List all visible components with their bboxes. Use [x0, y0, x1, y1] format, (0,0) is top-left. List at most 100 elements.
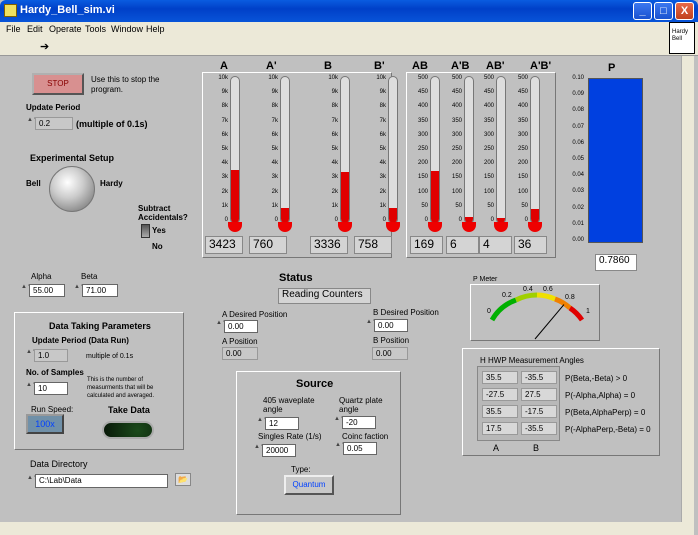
- hwp-a-value[interactable]: 17.5: [482, 422, 518, 435]
- data-dir-input[interactable]: C:\Lab\Data: [35, 474, 168, 488]
- waveplate-input[interactable]: 12: [265, 417, 299, 430]
- tick-label: 6k: [271, 131, 278, 138]
- singles-spin[interactable]: ▲▼: [254, 444, 266, 457]
- thermometer-tube: [430, 76, 440, 224]
- samples-input[interactable]: 10: [34, 382, 68, 395]
- a-desired-input[interactable]: 0.00: [224, 320, 258, 333]
- tick-label: 8k: [379, 103, 386, 110]
- hwp-b-value[interactable]: -35.5: [521, 422, 557, 435]
- hwp-equation: P(-AlphaPerp,-Beta) = 0: [565, 425, 651, 434]
- hwp-a-value[interactable]: 35.5: [482, 405, 518, 418]
- quartz-spin[interactable]: ▲▼: [334, 416, 346, 429]
- p-bar-tick: 0.08: [572, 107, 584, 114]
- source-type-button[interactable]: Quantum: [284, 475, 334, 495]
- status-display: Reading Counters: [278, 288, 371, 304]
- b-desired-input[interactable]: 0.00: [374, 319, 408, 332]
- alpha-spin[interactable]: ▲▼: [21, 284, 33, 297]
- tick-label: 10k: [218, 75, 228, 81]
- hwp-b-value[interactable]: -35.5: [521, 371, 557, 384]
- quartz-input[interactable]: -20: [342, 416, 376, 429]
- tick-label: 400: [417, 103, 428, 110]
- menu-operate[interactable]: Operate: [49, 24, 82, 34]
- tick-label: 5k: [331, 146, 338, 152]
- beta-spin[interactable]: ▲▼: [74, 284, 86, 297]
- update-period-input[interactable]: 0.2: [35, 117, 73, 130]
- tick-label: 0: [458, 217, 462, 223]
- meter-label-2-thermo_group2: AB': [486, 60, 505, 72]
- coinc-spin[interactable]: ▲▼: [335, 442, 347, 455]
- close-button[interactable]: X: [675, 2, 694, 20]
- subtract-toggle[interactable]: [141, 224, 150, 238]
- menu-file[interactable]: File: [6, 24, 21, 34]
- menu-window[interactable]: Window: [111, 24, 143, 34]
- p-bar-tick: 0.04: [572, 172, 584, 179]
- run-arrow-icon[interactable]: ➔: [40, 40, 49, 53]
- tick-label: 200: [451, 160, 462, 167]
- thermometer-tube: [230, 76, 240, 224]
- data-dir-spin[interactable]: ▲▼: [27, 475, 39, 488]
- minimize-button[interactable]: _: [633, 2, 652, 20]
- meter-display: 169: [410, 236, 443, 254]
- maximize-button[interactable]: □: [654, 2, 673, 20]
- meter-display: 6: [446, 236, 479, 254]
- waveplate-label: 405 waveplate: [263, 396, 315, 405]
- b-pos-display: 0.00: [372, 347, 408, 360]
- tick-label: 300: [451, 131, 462, 138]
- p-bar-tick: 0.06: [572, 139, 584, 146]
- tick-label: 50: [455, 202, 462, 209]
- hwp-equation: P(Beta,-Beta) > 0: [565, 374, 628, 383]
- menu-help[interactable]: Help: [146, 24, 165, 34]
- hwp-a-value[interactable]: 35.5: [482, 371, 518, 384]
- window-title: Hardy_Bell_sim.vi: [20, 4, 115, 16]
- hwp-col-a: A: [493, 443, 500, 453]
- alpha-label: Alpha: [31, 272, 52, 281]
- run-speed-button[interactable]: 100x: [26, 414, 64, 434]
- menu-edit[interactable]: Edit: [27, 24, 43, 34]
- menu-tools[interactable]: Tools: [85, 24, 106, 34]
- quartz-label: Quartz plate: [339, 396, 383, 405]
- p-bar-tick: 0.07: [572, 123, 584, 130]
- data-period-spin[interactable]: ▲▼: [26, 349, 38, 362]
- folder-browse-icon[interactable]: 📂: [175, 473, 191, 486]
- alpha-input[interactable]: 55.00: [29, 284, 65, 297]
- p-bar-tick: 0.01: [572, 220, 584, 227]
- p-bar-tick: 0.03: [572, 188, 584, 195]
- p-meter-tick: 0.4: [523, 286, 533, 293]
- tick-label: 8k: [221, 103, 228, 110]
- hwp-a-value[interactable]: -27.5: [482, 388, 518, 401]
- samples-spin[interactable]: ▲▼: [26, 382, 38, 395]
- tick-label: 350: [517, 117, 528, 124]
- status-label: Status: [279, 272, 313, 284]
- data-period-input[interactable]: 1.0: [34, 349, 68, 362]
- singles-input[interactable]: 20000: [262, 444, 296, 457]
- thermometer-fill: [431, 171, 439, 223]
- tick-label: 1k: [379, 202, 386, 209]
- tick-label: 10k: [376, 75, 386, 81]
- vertical-scrollbar[interactable]: [681, 56, 694, 522]
- beta-input[interactable]: 71.00: [82, 284, 118, 297]
- meter-label-0-thermo_group1: A: [220, 60, 228, 72]
- exp-setup-knob[interactable]: [49, 166, 95, 212]
- thermometer-fill: [389, 208, 397, 223]
- stop-button[interactable]: STOP: [32, 73, 84, 95]
- waveplate-spin[interactable]: ▲▼: [257, 417, 269, 430]
- hwp-b-value[interactable]: -17.5: [521, 405, 557, 418]
- tick-label: 6k: [379, 131, 386, 138]
- update-period-spin[interactable]: ▲▼: [27, 117, 39, 130]
- horizontal-scrollbar[interactable]: [0, 522, 694, 535]
- b-desired-spin[interactable]: ▲▼: [366, 319, 378, 332]
- a-desired-spin[interactable]: ▲▼: [216, 320, 228, 333]
- take-data-button[interactable]: [102, 421, 154, 439]
- title-bar: Hardy_Bell_sim.vi _ □ X: [0, 0, 698, 22]
- tick-label: 3k: [331, 174, 338, 181]
- hwp-b-value[interactable]: 27.5: [521, 388, 557, 401]
- coinc-input[interactable]: 0.05: [343, 442, 377, 455]
- tick-label: 300: [517, 131, 528, 138]
- menu-bar: File Edit Operate Tools Window Help: [0, 22, 698, 36]
- tick-label: 7k: [271, 117, 278, 124]
- tick-label: 400: [451, 103, 462, 110]
- thermometer-fill: [341, 171, 349, 223]
- tick-label: 2k: [331, 188, 338, 195]
- tick-label: 0: [274, 217, 278, 223]
- stop-desc: Use this to stop the: [91, 75, 160, 84]
